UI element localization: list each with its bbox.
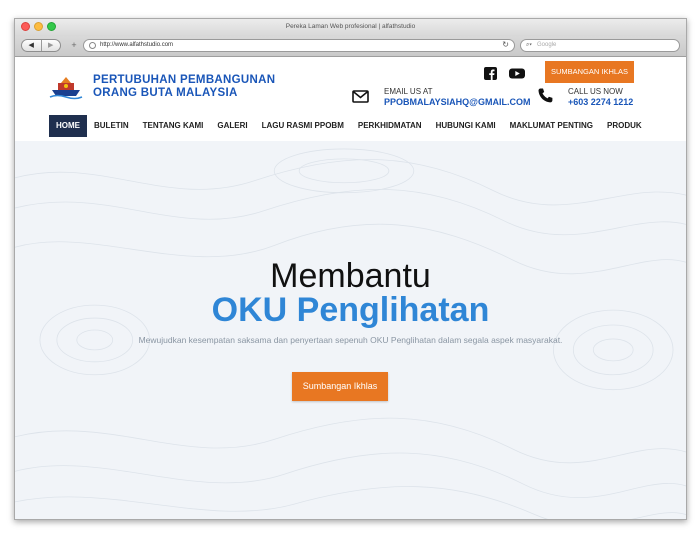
title-bar: Pereka Laman Web profesional | alfathstu… [15, 19, 686, 36]
call-label: CALL US NOW [568, 87, 623, 96]
browser-window: Pereka Laman Web profesional | alfathstu… [14, 18, 687, 520]
phone-icon [538, 88, 553, 103]
reload-icon[interactable]: ↻ [502, 40, 509, 49]
address-bar[interactable]: http://www.alfathstudio.com ↻ [83, 39, 515, 52]
organization-name[interactable]: PERTUBUHAN PEMBANGUNAN ORANG BUTA MALAYS… [93, 74, 275, 100]
hero-subtitle: Mewujudkan kesempatan saksama dan penyer… [138, 335, 563, 345]
nav-perkhidmatan[interactable]: PERKHIDMATAN [351, 115, 429, 137]
history-nav: ◀ ▶ [21, 39, 61, 52]
globe-icon [89, 42, 96, 49]
nav-home[interactable]: HOME [49, 115, 87, 137]
search-placeholder: Google [537, 42, 557, 48]
url-text: http://www.alfathstudio.com [100, 42, 174, 48]
back-button[interactable]: ◀ [22, 40, 41, 51]
hero-section: Membantu OKU Penglihatan Mewujudkan kese… [15, 141, 686, 519]
new-tab-button[interactable]: + [68, 39, 80, 52]
nav-galeri[interactable]: GALERI [210, 115, 254, 137]
org-name-line2: ORANG BUTA MALAYSIA [93, 87, 238, 99]
hero-heading-line2: OKU Penglihatan [211, 291, 490, 329]
nav-tentang-kami[interactable]: TENTANG KAMI [136, 115, 211, 137]
nav-hubungi-kami[interactable]: HUBUNGI KAMI [429, 115, 503, 137]
org-name-line1: PERTUBUHAN PEMBANGUNAN [93, 74, 276, 86]
facebook-icon[interactable] [484, 67, 497, 80]
nav-produk[interactable]: PRODUK [600, 115, 649, 137]
website: PERTUBUHAN PEMBANGUNAN ORANG BUTA MALAYS… [15, 57, 686, 519]
donate-hero-button[interactable]: Sumbangan Ikhlas [292, 372, 388, 401]
nav-lagu-rasmi[interactable]: LAGU RASMI PPOBM [255, 115, 351, 137]
forward-button[interactable]: ▶ [40, 40, 61, 51]
browser-toolbar: ◀ ▶ + http://www.alfathstudio.com ↻ ⌕▾ G… [15, 36, 686, 57]
youtube-icon[interactable] [509, 67, 525, 80]
ppobm-logo-icon[interactable] [49, 74, 83, 100]
window-title: Pereka Laman Web profesional | alfathstu… [285, 23, 416, 30]
nav-maklumat-penting[interactable]: MAKLUMAT PENTING [503, 115, 600, 137]
email-label: EMAIL US AT [384, 87, 433, 96]
search-icon: ⌕▾ [526, 42, 532, 48]
mail-icon [352, 90, 369, 103]
search-field[interactable]: ⌕▾ Google [520, 39, 680, 52]
donate-header-button[interactable]: SUMBANGAN IKHLAS [545, 61, 634, 83]
nav-buletin[interactable]: BULETIN [87, 115, 136, 137]
phone-link[interactable]: +603 2274 1212 [568, 97, 633, 107]
topographic-background [15, 148, 686, 519]
email-link[interactable]: PPOBMALAYSIAHQ@GMAIL.COM [384, 97, 530, 107]
main-nav: HOME BULETIN TENTANG KAMI GALERI LAGU RA… [49, 115, 666, 137]
